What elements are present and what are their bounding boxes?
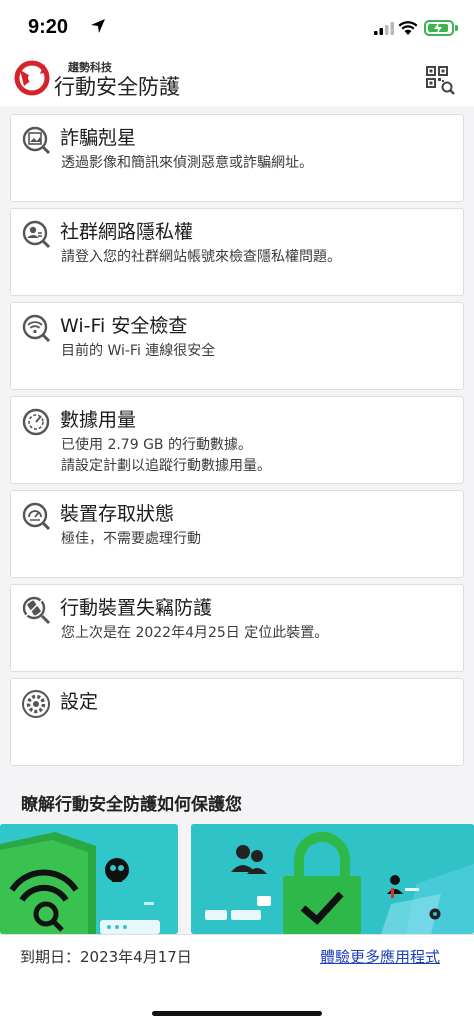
gauge-icon [22, 408, 50, 436]
gear-icon [22, 690, 50, 718]
qr-scan-icon[interactable] [424, 64, 456, 96]
card-title: 設定 [60, 691, 99, 713]
status-time: 9:20 [28, 16, 69, 38]
card-device-access[interactable]: 裝置存取狀態 極佳，不需要處理行動 [10, 490, 464, 578]
card-title: 裝置存取狀態 [60, 503, 175, 525]
card-desc: 透過影像和簡訊來偵測惡意或詐騙網址。 [61, 155, 313, 171]
card-lost-device[interactable]: 行動裝置失竊防護 您上次是在 2022年4月25日 定位此裝置。 [10, 584, 464, 672]
card-desc-line: 已使用 2.79 GB 的行動數據。 [61, 437, 252, 453]
card-title: 詐騙剋星 [60, 127, 137, 149]
footer: 到期日：2023年4月17日 體驗更多應用程式 [0, 934, 474, 1025]
battery-tip [455, 25, 458, 31]
wifi-status-icon [398, 21, 418, 35]
promo-card-wifi[interactable] [0, 824, 178, 934]
wifi-scan-icon [22, 314, 51, 343]
card-title: 行動裝置失竊防護 [60, 597, 213, 619]
app-title: 行動安全防護 [54, 75, 180, 99]
card-title: 社群網路隱私權 [60, 221, 194, 243]
trend-micro-logo [14, 60, 50, 96]
lock-illustration [191, 824, 474, 934]
card-title: Wi-Fi 安全檢查 [60, 315, 188, 337]
feature-list: 詐騙剋星 透過影像和簡訊來偵測惡意或詐騙網址。 社群網路隱私權 請登入您的社群網… [0, 106, 474, 934]
card-wifi-check[interactable]: Wi-Fi 安全檢查 目前的 Wi-Fi 連線很安全 [10, 302, 464, 390]
status-bar: 9:20 [0, 0, 474, 56]
card-settings[interactable]: 設定 [10, 678, 464, 766]
location-arrow-icon [91, 19, 105, 33]
photo-scan-icon [22, 126, 51, 155]
home-indicator[interactable] [152, 1011, 322, 1016]
card-desc: 請登入您的社群網站帳號來檢查隱私權問題。 [61, 249, 341, 265]
app-header: 趨勢科技 行動安全防護 [0, 56, 474, 106]
wifi-shield-illustration [0, 824, 178, 934]
promo-card-privacy[interactable] [191, 824, 474, 934]
privacy-scan-icon [22, 220, 51, 249]
speedometer-icon [22, 502, 51, 531]
card-desc: 已使用 2.79 GB 的行動數據。 請設定計劃以追蹤行動數據用量。 [61, 435, 461, 477]
card-desc: 極佳，不需要處理行動 [61, 531, 201, 547]
card-desc: 您上次是在 2022年4月25日 定位此裝置。 [61, 625, 329, 641]
more-apps-link[interactable]: 體驗更多應用程式 [320, 946, 440, 967]
expiry-date: 到期日：2023年4月17日 [20, 948, 192, 966]
card-data-usage[interactable]: 數據用量 已使用 2.79 GB 的行動數據。 請設定計劃以追蹤行動數據用量。 [10, 396, 464, 484]
learn-heading: 瞭解行動安全防護如何保護您 [21, 795, 242, 815]
battery-icon [424, 20, 454, 36]
card-desc-line: 請設定計劃以追蹤行動數據用量。 [61, 458, 271, 474]
card-desc: 目前的 Wi-Fi 連線很安全 [61, 343, 216, 359]
card-fraud-buster[interactable]: 詐騙剋星 透過影像和簡訊來偵測惡意或詐騙網址。 [10, 114, 464, 202]
card-title: 數據用量 [60, 409, 137, 431]
lost-device-icon [22, 596, 51, 625]
cellular-signal-icon [374, 22, 394, 35]
card-social-privacy[interactable]: 社群網路隱私權 請登入您的社群網站帳號來檢查隱私權問題。 [10, 208, 464, 296]
